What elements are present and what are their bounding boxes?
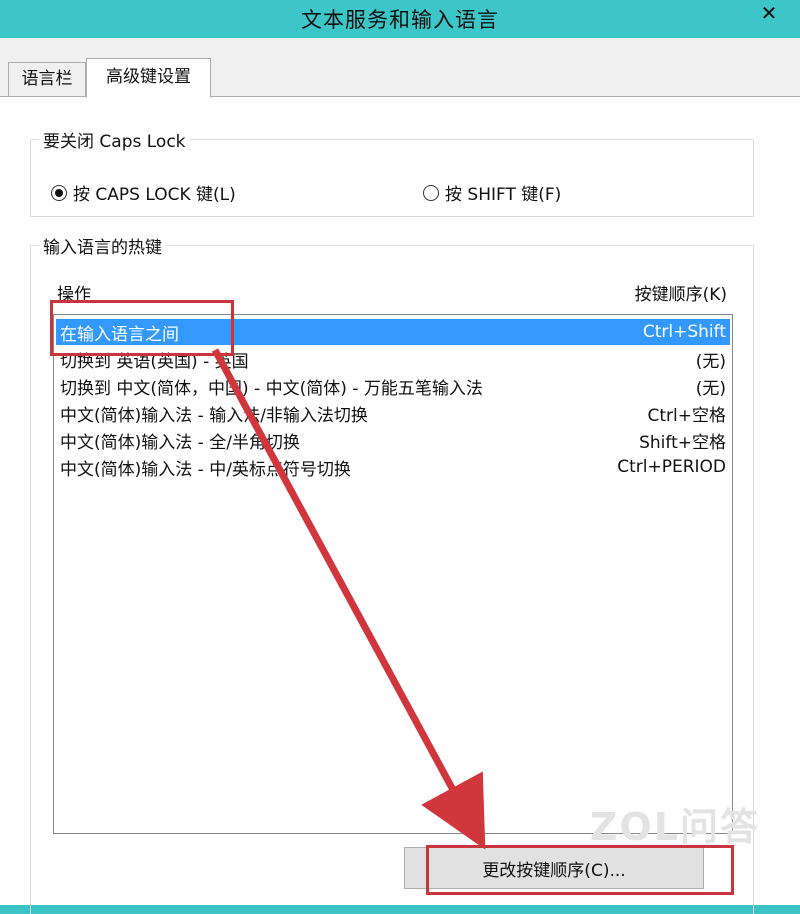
tab-advanced-key-settings[interactable]: 高级键设置	[86, 58, 211, 98]
annotation-arrow-icon	[211, 348, 486, 850]
